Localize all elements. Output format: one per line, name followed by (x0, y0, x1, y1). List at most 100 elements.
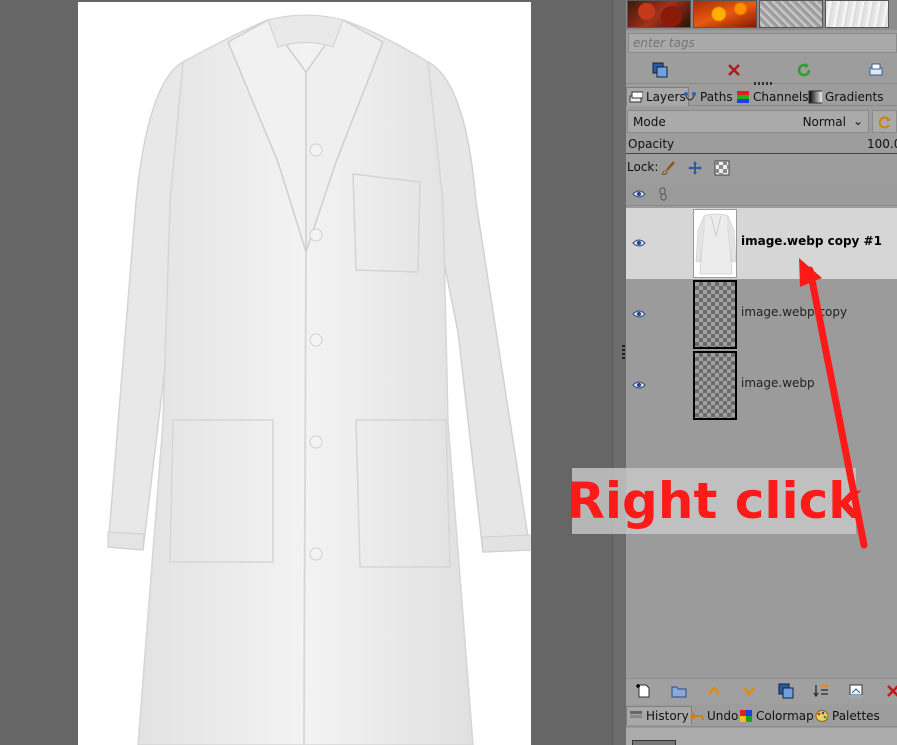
lab-coat-image (107, 14, 531, 745)
tab-label: Gradients (825, 89, 884, 104)
alpha-checker-icon (714, 160, 730, 176)
lock-label: Lock: (627, 160, 659, 174)
layer-thumbnail (693, 351, 737, 420)
eye-icon (632, 190, 646, 198)
layer-name[interactable]: image.webp (741, 376, 815, 390)
image-canvas[interactable] (78, 2, 531, 745)
undo-icon (690, 711, 704, 720)
arrow-down-icon (743, 687, 755, 696)
annotation-text: Right click (566, 472, 862, 530)
edit-pattern-button[interactable] (650, 60, 670, 80)
layers-toolbar (626, 678, 897, 704)
history-panel (626, 728, 897, 745)
panel-grip[interactable] (754, 82, 772, 85)
opacity-slider[interactable]: Opacity 100.0 (626, 137, 897, 154)
mode-row: Mode Normal ⌄ (626, 110, 897, 134)
annotation-label: Right click (566, 468, 862, 534)
right-dock: Layers Paths Channels Gradients Mode Nor… (626, 0, 897, 745)
tab-undo[interactable]: Undo (688, 706, 740, 725)
layer-name[interactable]: image.webp copy #1 (741, 234, 882, 248)
paths-icon (684, 91, 696, 100)
eye-icon[interactable] (632, 307, 646, 321)
colormap-icon (740, 709, 752, 722)
layers-list[interactable]: image.webp copy #1 image.webp copy image… (626, 182, 897, 676)
pattern-swatch[interactable] (759, 0, 823, 28)
layer-row[interactable]: image.webp copy (626, 279, 897, 350)
merge-down-icon (813, 685, 828, 698)
eye-icon[interactable] (632, 236, 646, 250)
layer-name[interactable]: image.webp copy (741, 305, 847, 319)
channels-icon (737, 90, 749, 103)
tag-input[interactable] (628, 33, 897, 53)
opacity-label: Opacity (628, 137, 675, 151)
lock-alpha-button[interactable] (713, 159, 731, 177)
open-pattern-button[interactable] (866, 60, 886, 80)
bottom-dock-tabs: History Undo Colormap Palettes (626, 705, 897, 727)
eye-icon[interactable] (632, 378, 646, 392)
refresh-patterns-button[interactable] (794, 60, 814, 80)
mode-value: Normal (802, 114, 846, 129)
duplicate-layer-button[interactable] (776, 681, 796, 701)
new-layer-group-button[interactable] (669, 681, 689, 701)
tab-paths[interactable]: Paths (681, 87, 735, 106)
switch-mode-button[interactable] (872, 110, 897, 133)
raise-layer-button[interactable] (704, 681, 724, 701)
refresh-icon (797, 63, 811, 77)
tab-channels[interactable]: Channels (734, 87, 811, 106)
pattern-swatch[interactable] (693, 0, 757, 28)
history-icon (630, 711, 642, 722)
lock-pixels-button[interactable] (660, 159, 678, 177)
tab-label: Colormap (756, 708, 814, 723)
merge-layer-button[interactable] (811, 681, 831, 701)
separator-grip[interactable] (622, 345, 625, 361)
tab-label: Layers (646, 90, 686, 104)
layer-row[interactable]: image.webp copy #1 (626, 208, 897, 279)
layer-row[interactable]: image.webp (626, 350, 897, 421)
arrow-up-icon (708, 686, 720, 695)
folder-icon (671, 686, 687, 698)
anchor-layer-button[interactable] (846, 681, 866, 701)
delete-icon (887, 685, 897, 697)
patterns-grid (626, 0, 897, 30)
layer-thumbnail (693, 280, 737, 349)
delete-pattern-button[interactable] (724, 60, 744, 80)
tab-label: Paths (700, 89, 733, 104)
new-layer-button[interactable] (634, 681, 654, 701)
delete-layer-button[interactable] (883, 681, 897, 701)
tab-layers[interactable]: Layers (626, 87, 689, 106)
dock-separator[interactable] (612, 0, 626, 745)
pattern-swatch[interactable] (627, 0, 691, 28)
edit-pattern-icon (652, 62, 668, 78)
history-thumbnail (632, 740, 676, 745)
lock-row: Lock: (626, 157, 897, 179)
reset-mode-icon (878, 116, 891, 128)
tab-label: Undo (707, 708, 739, 723)
mode-select[interactable]: Mode Normal ⌄ (627, 110, 869, 133)
tab-palettes[interactable]: Palettes (813, 706, 882, 725)
lock-position-button[interactable] (686, 159, 704, 177)
brush-icon (661, 161, 675, 175)
patterns-toolbar (626, 56, 897, 84)
move-icon (688, 161, 702, 175)
duplicate-icon (778, 683, 794, 699)
tab-colormap[interactable]: Colormap (737, 706, 816, 725)
new-layer-icon (636, 684, 650, 698)
layer-mask-icon (849, 684, 863, 698)
chevron-down-icon: ⌄ (852, 114, 863, 128)
tab-label: Palettes (832, 708, 880, 723)
canvas-area[interactable] (0, 0, 612, 745)
gradients-icon (808, 90, 822, 103)
delete-icon (728, 64, 740, 76)
dock-tabs: Layers Paths Channels Gradients (626, 86, 897, 106)
layer-thumbnail (693, 209, 737, 278)
tab-gradients[interactable]: Gradients (806, 87, 885, 106)
palettes-icon (815, 709, 829, 722)
tab-history[interactable]: History (626, 706, 692, 725)
lower-layer-button[interactable] (739, 681, 759, 701)
chain-icon (659, 187, 667, 201)
pattern-swatch[interactable] (825, 0, 889, 28)
print-icon (869, 63, 883, 76)
coat-thumbnail-image (695, 213, 736, 275)
opacity-value: 100.0 (867, 137, 897, 151)
layers-icon (629, 91, 643, 103)
